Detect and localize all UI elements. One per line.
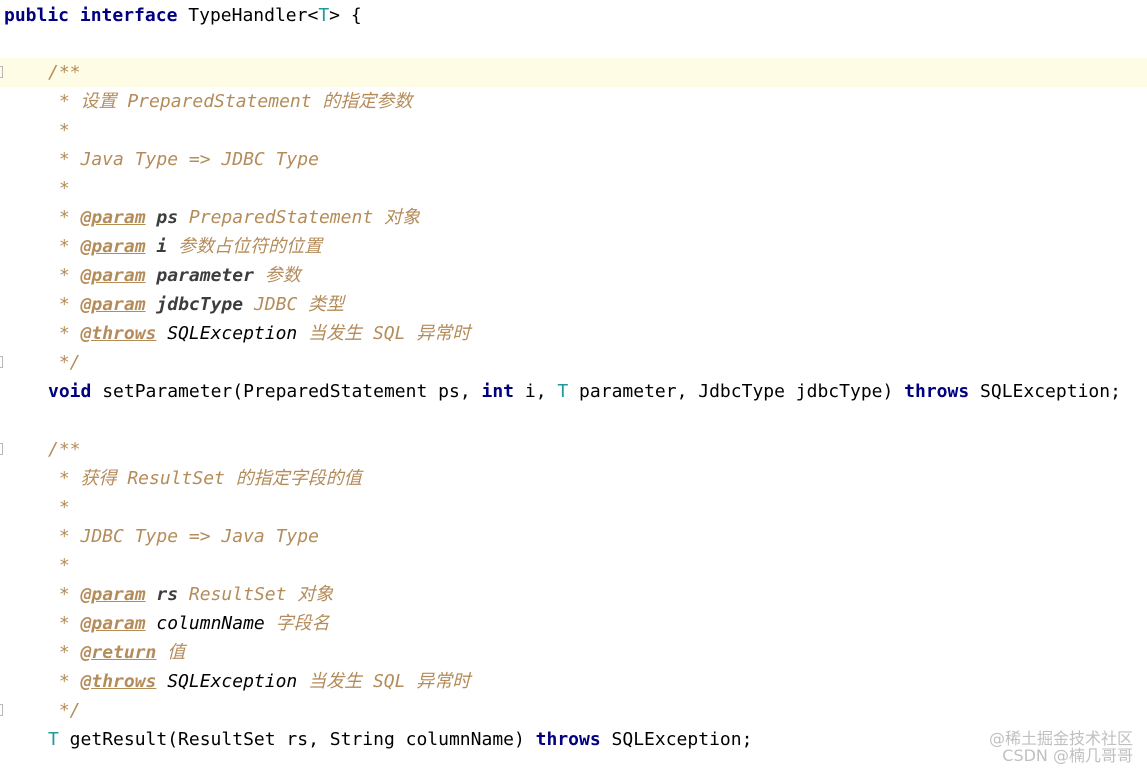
code-line-doc2-throws[interactable]: * @throws SQLException 当发生 SQL 异常时 — [0, 667, 1147, 696]
method-signature: parameter, JdbcType jdbcType) — [568, 381, 905, 402]
javadoc-star: * — [48, 555, 70, 576]
fold-marker-icon[interactable] — [0, 66, 3, 78]
javadoc-type-mapping: * Java Type => JDBC Type — [48, 149, 319, 170]
javadoc-prefix: * — [48, 642, 81, 663]
code-line-doc1-param-ps[interactable]: * @param ps PreparedStatement 对象 — [0, 203, 1147, 232]
fold-marker-icon[interactable] — [0, 704, 3, 716]
watermark-csdn: CSDN @楠几哥哥 — [1002, 746, 1133, 765]
keyword-throws: throws — [904, 381, 970, 402]
javadoc-open: /** — [48, 62, 81, 83]
code-line-doc2-star[interactable]: * — [0, 493, 1147, 522]
param-desc: 参数 — [264, 265, 301, 286]
code-line-header[interactable]: public interface TypeHandler<T> { — [0, 1, 1147, 30]
param-name: ps — [156, 207, 179, 228]
param-name: columnName — [156, 613, 265, 634]
code-line-doc2-open[interactable]: /** — [0, 435, 1147, 464]
keyword-interface: interface — [79, 5, 178, 26]
code-line-doc2-return[interactable]: * @return 值 — [0, 638, 1147, 667]
param-desc: PreparedStatement 对象 — [188, 207, 420, 228]
throws-desc: 当发生 SQL 异常时 — [308, 323, 471, 344]
method-signature: SQLException; — [969, 381, 1121, 402]
method-signature: getResult(ResultSet rs, String columnNam… — [58, 729, 536, 750]
javadoc-prefix: * — [48, 323, 81, 344]
code-line-doc2-star2[interactable]: * — [0, 551, 1147, 580]
type-param: T — [318, 5, 330, 26]
code-line-doc2-param-rs[interactable]: * @param rs ResultSet 对象 — [0, 580, 1147, 609]
param-name: rs — [156, 584, 179, 605]
keyword-int: int — [481, 381, 515, 402]
code-line-doc1-star2[interactable]: * — [0, 174, 1147, 203]
javadoc-tag-param: @param — [80, 236, 146, 257]
type-param: T — [557, 381, 569, 402]
javadoc-tag-throws: @throws — [80, 671, 157, 692]
javadoc-tag-param: @param — [80, 207, 146, 228]
param-desc: JDBC 类型 — [253, 294, 345, 315]
javadoc-tag-param: @param — [80, 265, 146, 286]
interface-name: TypeHandler< — [188, 5, 319, 26]
code-line-method-setparameter[interactable]: void setParameter(PreparedStatement ps, … — [0, 377, 1147, 406]
method-signature: i, — [514, 381, 558, 402]
param-desc: 参数占位符的位置 — [178, 236, 323, 257]
javadoc-prefix: * — [48, 671, 81, 692]
param-desc: ResultSet 对象 — [188, 584, 334, 605]
keyword-void: void — [48, 381, 92, 402]
javadoc-prefix: * — [48, 584, 81, 605]
code-line-doc2-close[interactable]: */ — [0, 696, 1147, 725]
javadoc-close: */ — [48, 352, 81, 373]
javadoc-star: * — [48, 120, 70, 141]
return-desc: 值 — [167, 642, 186, 663]
javadoc-description: * 设置 PreparedStatement 的指定参数 — [48, 91, 413, 112]
code-line-doc2-param-columnname[interactable]: * @param columnName 字段名 — [0, 609, 1147, 638]
code-line-method-getresult[interactable]: T getResult(ResultSet rs, String columnN… — [0, 725, 1147, 754]
javadoc-open: /** — [48, 439, 81, 460]
code-line-doc1-param-i[interactable]: * @param i 参数占位符的位置 — [0, 232, 1147, 261]
javadoc-prefix: * — [48, 236, 81, 257]
javadoc-tag-throws: @throws — [80, 323, 157, 344]
param-name: i — [156, 236, 168, 257]
code-line-doc1-desc[interactable]: * 设置 PreparedStatement 的指定参数 — [0, 87, 1147, 116]
type-param: T — [48, 729, 59, 750]
param-name: parameter — [156, 265, 254, 286]
javadoc-prefix: * — [48, 207, 81, 228]
param-desc: 字段名 — [275, 613, 330, 634]
brace-open: > { — [329, 5, 362, 26]
fold-marker-icon[interactable] — [0, 443, 3, 455]
code-line-doc1-open[interactable]: /** — [0, 58, 1147, 87]
javadoc-star: * — [48, 497, 70, 518]
throws-desc: 当发生 SQL 异常时 — [308, 671, 471, 692]
exception-name: SQLException — [167, 671, 298, 692]
code-line-doc1-param-parameter[interactable]: * @param parameter 参数 — [0, 261, 1147, 290]
code-line-doc1-throws[interactable]: * @throws SQLException 当发生 SQL 异常时 — [0, 319, 1147, 348]
code-line-doc2-map[interactable]: * JDBC Type => Java Type — [0, 522, 1147, 551]
exception-name: SQLException — [167, 323, 298, 344]
code-line-doc2-desc[interactable]: * 获得 ResultSet 的指定字段的值 — [0, 464, 1147, 493]
method-signature: SQLException; — [600, 729, 753, 750]
javadoc-tag-param: @param — [80, 584, 146, 605]
javadoc-star: * — [48, 178, 70, 199]
javadoc-tag-param: @param — [80, 613, 146, 634]
javadoc-type-mapping: * JDBC Type => Java Type — [48, 526, 319, 547]
code-line-doc1-map[interactable]: * Java Type => JDBC Type — [0, 145, 1147, 174]
param-name: jdbcType — [156, 294, 244, 315]
javadoc-close: */ — [48, 700, 81, 721]
keyword-public: public — [4, 5, 70, 26]
keyword-throws: throws — [535, 729, 601, 750]
javadoc-tag-param: @param — [80, 294, 146, 315]
javadoc-prefix: * — [48, 265, 81, 286]
javadoc-prefix: * — [48, 294, 81, 315]
javadoc-tag-return: @return — [80, 642, 157, 663]
code-line-doc1-close[interactable]: */ — [0, 348, 1147, 377]
javadoc-description: * 获得 ResultSet 的指定字段的值 — [48, 468, 362, 489]
javadoc-prefix: * — [48, 613, 81, 634]
code-line-doc1-param-jdbctype[interactable]: * @param jdbcType JDBC 类型 — [0, 290, 1147, 319]
code-line-doc1-star[interactable]: * — [0, 116, 1147, 145]
fold-marker-icon[interactable] — [0, 356, 3, 368]
method-signature: setParameter(PreparedStatement ps, — [91, 381, 482, 402]
